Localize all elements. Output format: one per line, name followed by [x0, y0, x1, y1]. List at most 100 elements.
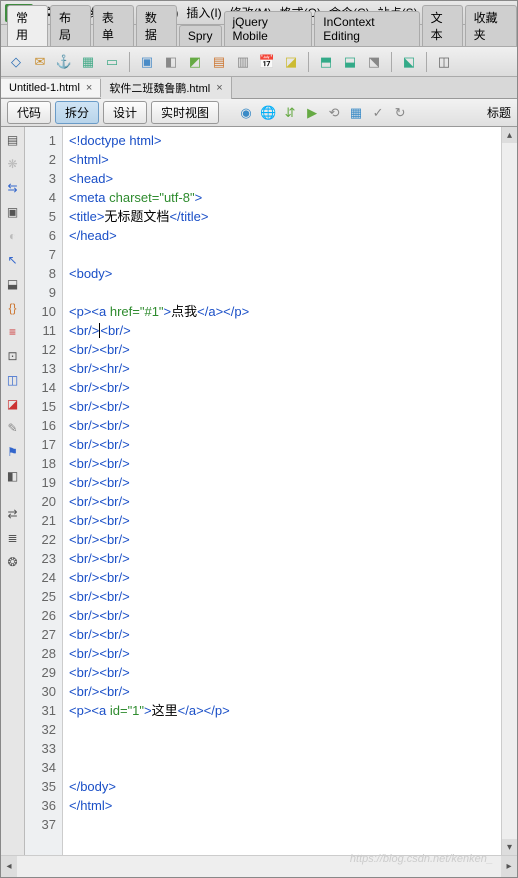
category-tab[interactable]: 常用 — [7, 5, 48, 46]
browser-icon[interactable]: ▶ — [303, 104, 321, 122]
code-line[interactable]: <br/><hr/> — [69, 359, 501, 378]
move-icon[interactable]: ⇄ — [4, 505, 22, 523]
code-line[interactable]: <meta charset="utf-8"> — [69, 188, 501, 207]
code-line[interactable]: <br/><br/> — [69, 492, 501, 511]
code-line[interactable] — [69, 758, 501, 777]
code-line[interactable] — [69, 283, 501, 302]
code-line[interactable]: <br/><br/> — [69, 587, 501, 606]
view-button[interactable]: 设计 — [103, 101, 147, 124]
category-tab[interactable]: 数据 — [136, 5, 177, 46]
menu-item[interactable]: 插入(I) — [182, 4, 225, 21]
code-line[interactable]: <p><a id="1">这里</a></p> — [69, 701, 501, 720]
category-tab[interactable]: 收藏夹 — [465, 5, 517, 46]
options-icon[interactable]: ▦ — [347, 104, 365, 122]
code-line[interactable]: <title>无标题文档</title> — [69, 207, 501, 226]
code-line[interactable]: <br/><br/> — [69, 644, 501, 663]
scroll-right-icon[interactable]: ▸ — [501, 856, 517, 877]
hidden-chars-icon[interactable]: ⊡ — [4, 347, 22, 365]
select-parent-icon[interactable]: ▣ — [4, 203, 22, 221]
code-line[interactable]: </head> — [69, 226, 501, 245]
code-line[interactable]: <br/><br/> — [69, 435, 501, 454]
comment-icon[interactable]: ◪ — [282, 53, 300, 71]
view-button[interactable]: 代码 — [7, 101, 51, 124]
code-line[interactable]: <body> — [69, 264, 501, 283]
code-line[interactable]: <br/><br/> — [69, 549, 501, 568]
balance-icon[interactable]: ◐ — [4, 227, 22, 245]
expand-icon[interactable]: ⇆ — [4, 179, 22, 197]
reload-icon[interactable]: ↻ — [391, 104, 409, 122]
collapse-icon[interactable]: ❋ — [4, 155, 22, 173]
indent-icon[interactable]: ◫ — [4, 371, 22, 389]
scroll-left-icon[interactable]: ◂ — [1, 856, 17, 877]
scroll-down-icon[interactable]: ▾ — [502, 839, 517, 855]
email-icon[interactable]: ✉ — [31, 53, 49, 71]
scroll-up-icon[interactable]: ▴ — [502, 127, 517, 143]
code-line[interactable]: <br/><br/> — [69, 511, 501, 530]
widget-icon[interactable]: ◩ — [186, 53, 204, 71]
outdent-icon[interactable]: ◪ — [4, 395, 22, 413]
view-button[interactable]: 实时视图 — [151, 101, 219, 124]
date-icon[interactable]: ▤ — [210, 53, 228, 71]
open-docs-icon[interactable]: ▤ — [4, 131, 22, 149]
line-numbers-icon[interactable]: ↖ — [4, 251, 22, 269]
apply-icon[interactable]: ⚑ — [4, 443, 22, 461]
view-button[interactable]: 拆分 — [55, 101, 99, 124]
code-line[interactable]: <br/><br/> — [69, 416, 501, 435]
code-line[interactable]: <br/><br/> — [69, 321, 501, 340]
highlight-icon[interactable]: ⬓ — [4, 275, 22, 293]
code-line[interactable]: <br/><br/> — [69, 530, 501, 549]
table-icon[interactable]: ▦ — [79, 53, 97, 71]
code-line[interactable]: <html> — [69, 150, 501, 169]
anchor-icon[interactable]: ⚓ — [55, 53, 73, 71]
category-tab[interactable]: InContext Editing — [314, 11, 419, 46]
category-tab[interactable]: jQuery Mobile — [224, 11, 313, 46]
category-tab[interactable]: 文本 — [422, 5, 463, 46]
syntax-icon[interactable]: ≡ — [4, 323, 22, 341]
code-line[interactable]: <br/><br/> — [69, 397, 501, 416]
code-line[interactable]: <p><a href="#1">点我</a></p> — [69, 302, 501, 321]
validate-icon[interactable]: ✓ — [369, 104, 387, 122]
category-tab[interactable]: 表单 — [93, 5, 134, 46]
word-wrap-icon[interactable]: {} — [4, 299, 22, 317]
code-line[interactable]: <br/><br/> — [69, 682, 501, 701]
code-line[interactable]: <head> — [69, 169, 501, 188]
horizontal-scrollbar[interactable]: ◂ https://blog.csdn.net/kenken_ ▸ — [1, 855, 517, 877]
document-tab[interactable]: Untitled-1.html× — [1, 79, 101, 97]
code-line[interactable]: <br/><br/> — [69, 606, 501, 625]
code-line[interactable]: <br/><br/> — [69, 568, 501, 587]
script-icon[interactable]: ⬓ — [341, 53, 359, 71]
inspect-icon[interactable]: ⇵ — [281, 104, 299, 122]
reference-icon[interactable]: ❂ — [4, 553, 22, 571]
recent-icon[interactable]: ◧ — [4, 467, 22, 485]
refresh-icon[interactable]: ⟲ — [325, 104, 343, 122]
tag-icon[interactable]: ⬕ — [400, 53, 418, 71]
code-line[interactable]: </html> — [69, 796, 501, 815]
server-icon[interactable]: ▥ — [234, 53, 252, 71]
code-line[interactable]: <br/><br/> — [69, 625, 501, 644]
head-icon[interactable]: ⬒ — [317, 53, 335, 71]
close-icon[interactable]: × — [216, 82, 222, 94]
code-line[interactable]: <br/><br/> — [69, 454, 501, 473]
code-line[interactable]: <!doctype html> — [69, 131, 501, 150]
code-line[interactable]: <br/><br/> — [69, 473, 501, 492]
hyperlink-icon[interactable]: ◇ — [7, 53, 25, 71]
category-tab[interactable]: Spry — [179, 25, 222, 46]
code-line[interactable]: <br/><br/> — [69, 340, 501, 359]
close-icon[interactable]: × — [86, 82, 92, 94]
code-line[interactable]: <br/><br/> — [69, 378, 501, 397]
code-line[interactable] — [69, 245, 501, 264]
code-line[interactable] — [69, 815, 501, 834]
code-line[interactable]: <br/><br/> — [69, 663, 501, 682]
snippets-icon[interactable]: ≣ — [4, 529, 22, 547]
image-icon[interactable]: ▣ — [138, 53, 156, 71]
code-line[interactable] — [69, 739, 501, 758]
code-line[interactable]: </body> — [69, 777, 501, 796]
vertical-scrollbar[interactable]: ▴ ▾ — [501, 127, 517, 855]
code-editor[interactable]: <!doctype html><html><head><meta charset… — [63, 127, 501, 855]
div-icon[interactable]: ▭ — [103, 53, 121, 71]
live-code-icon[interactable]: ◉ — [237, 104, 255, 122]
live-view-icon[interactable]: 🌐 — [259, 104, 277, 122]
media-icon[interactable]: ◧ — [162, 53, 180, 71]
category-tab[interactable]: 布局 — [50, 5, 91, 46]
format-icon[interactable]: ✎ — [4, 419, 22, 437]
